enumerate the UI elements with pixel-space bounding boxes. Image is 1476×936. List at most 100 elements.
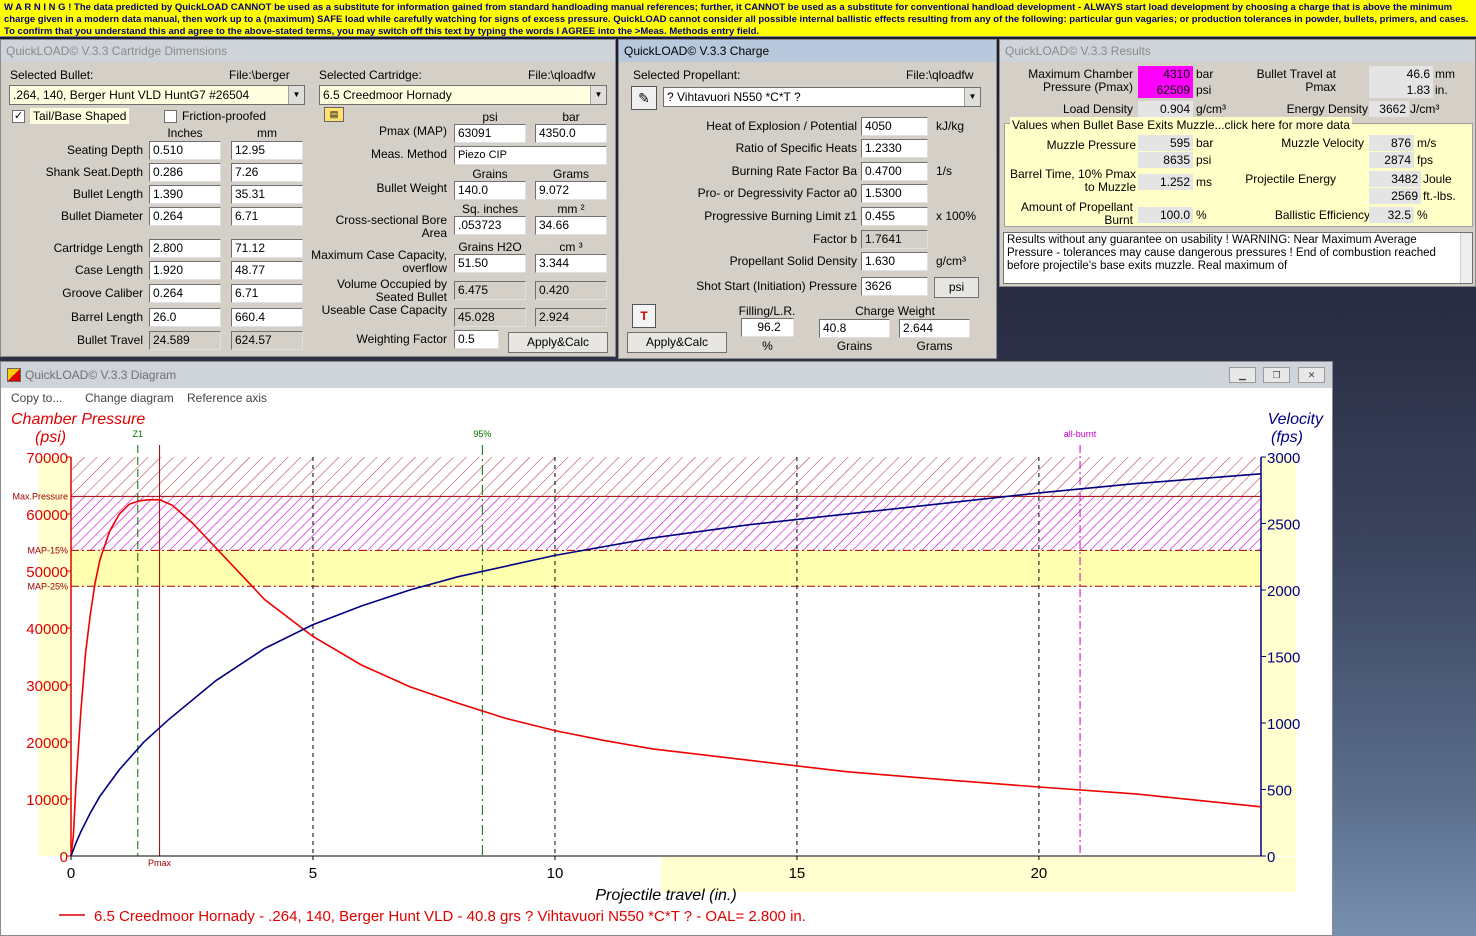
charge-grains-field[interactable]: 40.8 — [819, 319, 890, 338]
case-capacity-cm3-field[interactable]: 3.344 — [535, 254, 607, 273]
psi-unit-button[interactable]: psi — [934, 277, 979, 298]
muzzle-values-group-title[interactable]: Values when Bullet Base Exits Muzzle...c… — [1010, 117, 1352, 133]
mm-header: mm — [257, 126, 277, 140]
cartridge-select[interactable]: 6.5 Creedmoor Hornady ▼ — [319, 85, 607, 105]
propellant-param-field[interactable]: 0.4700 — [861, 162, 928, 181]
ballistic-efficiency-value: 32.5 — [1369, 207, 1414, 223]
dim-mm-field[interactable]: 12.95 — [231, 141, 303, 160]
propellant-param-field[interactable]: 0.455 — [861, 207, 928, 226]
energy-density-label: Energy Density — [1286, 102, 1368, 116]
dim-inches-field[interactable]: 0.264 — [149, 207, 221, 226]
case-capacity-grains-field[interactable]: 51.50 — [454, 254, 526, 273]
dim-label: Groove Caliber — [62, 286, 143, 300]
muzzle-pressure-label: Muzzle Pressure — [1046, 138, 1136, 152]
propellant-tool-icon[interactable]: ✎ — [631, 86, 657, 110]
pmax-bar-field[interactable]: 4350.0 — [535, 124, 607, 143]
bullet-file-label: File:\berger — [229, 68, 290, 82]
dims-apply-calc-button[interactable]: Apply&Calc — [508, 332, 608, 353]
dim-mm-field[interactable]: 48.77 — [231, 261, 303, 280]
dim-mm-field[interactable]: 7.26 — [231, 163, 303, 182]
dropdown-arrow-icon[interactable]: ▼ — [964, 88, 980, 106]
bullet-weight-grams-field[interactable]: 9.072 — [535, 181, 607, 200]
x-axis-label: Projectile travel (in.) — [595, 887, 736, 904]
muzzle-pressure-bar-value: 595 — [1138, 135, 1193, 151]
meas-method-field[interactable]: Piezo CIP — [454, 146, 607, 165]
mm-unit: mm — [1435, 67, 1455, 81]
propellant-param-unit: kJ/kg — [936, 119, 965, 133]
pct-unit: % — [1417, 208, 1428, 222]
weighting-factor-field[interactable]: 0.5 — [454, 330, 499, 349]
pmax-psi-field[interactable]: 63091 — [454, 124, 526, 143]
bar-unit: bar — [1196, 67, 1214, 81]
marker-label: all-burnt — [1064, 429, 1097, 439]
bar-header: bar — [562, 110, 580, 124]
y-left-tick-label: 0 — [60, 849, 68, 866]
x-axis-band — [661, 857, 1296, 892]
y-right-tick-label: 2500 — [1267, 517, 1300, 534]
legend-label: 6.5 Creedmoor Hornady - .264, 140, Berge… — [94, 908, 806, 925]
dim-inches-field[interactable]: 0.510 — [149, 141, 221, 160]
dim-label: Case Length — [74, 263, 143, 277]
propellant-burnt-value: 100.0 — [1138, 207, 1193, 223]
load-density-unit: g/cm³ — [1196, 102, 1226, 116]
useable-capacity-label: Useable Case Capacity — [321, 303, 447, 317]
charge-grams-field[interactable]: 2.644 — [899, 319, 970, 338]
propellant-param-label: Burning Rate Factor Ba — [731, 164, 857, 178]
dim-inches-field[interactable]: 2.800 — [149, 239, 221, 258]
tail-base-checkbox[interactable]: ✓ — [12, 110, 25, 123]
propellant-param-field[interactable]: 3626 — [861, 277, 928, 296]
useable-capacity-grains-field: 45.028 — [454, 308, 526, 327]
friction-checkbox[interactable] — [164, 110, 177, 123]
projectile-energy-ftlbs-value: 2569 — [1369, 188, 1421, 204]
cartridge-info-icon[interactable]: ▤ — [324, 107, 344, 122]
propellant-select-value: ? Vihtavuori N550 *C*T ? — [667, 90, 801, 104]
results-window: QuickLOAD© V.3.3 Results Maximum Chamber… — [999, 39, 1476, 287]
window-title: QuickLOAD© V.3.3 Results — [1000, 40, 1475, 62]
dim-inches-field[interactable]: 1.920 — [149, 261, 221, 280]
dropdown-arrow-icon[interactable]: ▼ — [288, 86, 304, 104]
propellant-select[interactable]: ? Vihtavuori N550 *C*T ? ▼ — [663, 87, 981, 107]
y-right-tick-label: 2000 — [1267, 583, 1300, 600]
thermometer-icon[interactable]: T — [632, 304, 656, 328]
reference-line-label: Max.Pressure — [12, 491, 68, 501]
dim-mm-field[interactable]: 660.4 — [231, 308, 303, 327]
dropdown-arrow-icon[interactable]: ▼ — [590, 86, 606, 104]
window-title: QuickLOAD© V.3.3 Charge — [619, 40, 996, 62]
propellant-param-unit: x 100% — [936, 209, 977, 223]
dim-mm-field[interactable]: 35.31 — [231, 185, 303, 204]
results-note-scrollbar[interactable] — [1460, 233, 1472, 283]
propellant-param-field[interactable]: 4050 — [861, 117, 928, 136]
bullet-weight-grains-field[interactable]: 140.0 — [454, 181, 526, 200]
dim-inches-field[interactable]: 26.0 — [149, 308, 221, 327]
dim-inches-field[interactable]: 1.390 — [149, 185, 221, 204]
dim-inches-field[interactable]: 0.264 — [149, 284, 221, 303]
cm3-header: cm ³ — [559, 240, 583, 254]
dim-label: Bullet Travel — [76, 333, 143, 347]
barrel-time-label-2: to Muzzle — [1084, 180, 1136, 194]
charge-apply-calc-button[interactable]: Apply&Calc — [627, 332, 727, 353]
dim-mm-field[interactable]: 71.12 — [231, 239, 303, 258]
dim-mm-field: 624.57 — [231, 331, 303, 350]
dim-mm-field[interactable]: 6.71 — [231, 284, 303, 303]
y-right-tick-label: 1500 — [1267, 650, 1300, 667]
dim-label: Bullet Length — [72, 187, 143, 201]
filling-field[interactable]: 96.2 — [741, 318, 794, 337]
grains-h2o-header: Grains H2O — [458, 240, 522, 254]
meas-method-label: Meas. Method — [370, 147, 447, 161]
propellant-param-field[interactable]: 1.630 — [861, 252, 928, 271]
propellant-param-field[interactable]: 1.5300 — [861, 184, 928, 203]
bullet-select[interactable]: .264, 140, Berger Hunt VLD HuntG7 #26504… — [9, 85, 305, 105]
dim-inches-field[interactable]: 0.286 — [149, 163, 221, 182]
energy-density-value: 3662 — [1369, 101, 1409, 117]
selected-bullet-label: Selected Bullet: — [10, 68, 94, 82]
projectile-energy-label: Projectile Energy — [1245, 172, 1336, 186]
dim-mm-field[interactable]: 6.71 — [231, 207, 303, 226]
propellant-param-field: 1.7641 — [861, 230, 928, 249]
propellant-param-field[interactable]: 1.2330 — [861, 139, 928, 158]
bore-area-in-field[interactable]: .053723 — [454, 216, 526, 235]
bore-area-mm-field[interactable]: 34.66 — [535, 216, 607, 235]
energy-density-unit: J/cm³ — [1410, 102, 1440, 116]
grams-header: Grams — [553, 167, 589, 181]
bore-area-label-2: Area — [421, 226, 447, 240]
results-note: Results without any guarantee on usabili… — [1003, 232, 1473, 284]
